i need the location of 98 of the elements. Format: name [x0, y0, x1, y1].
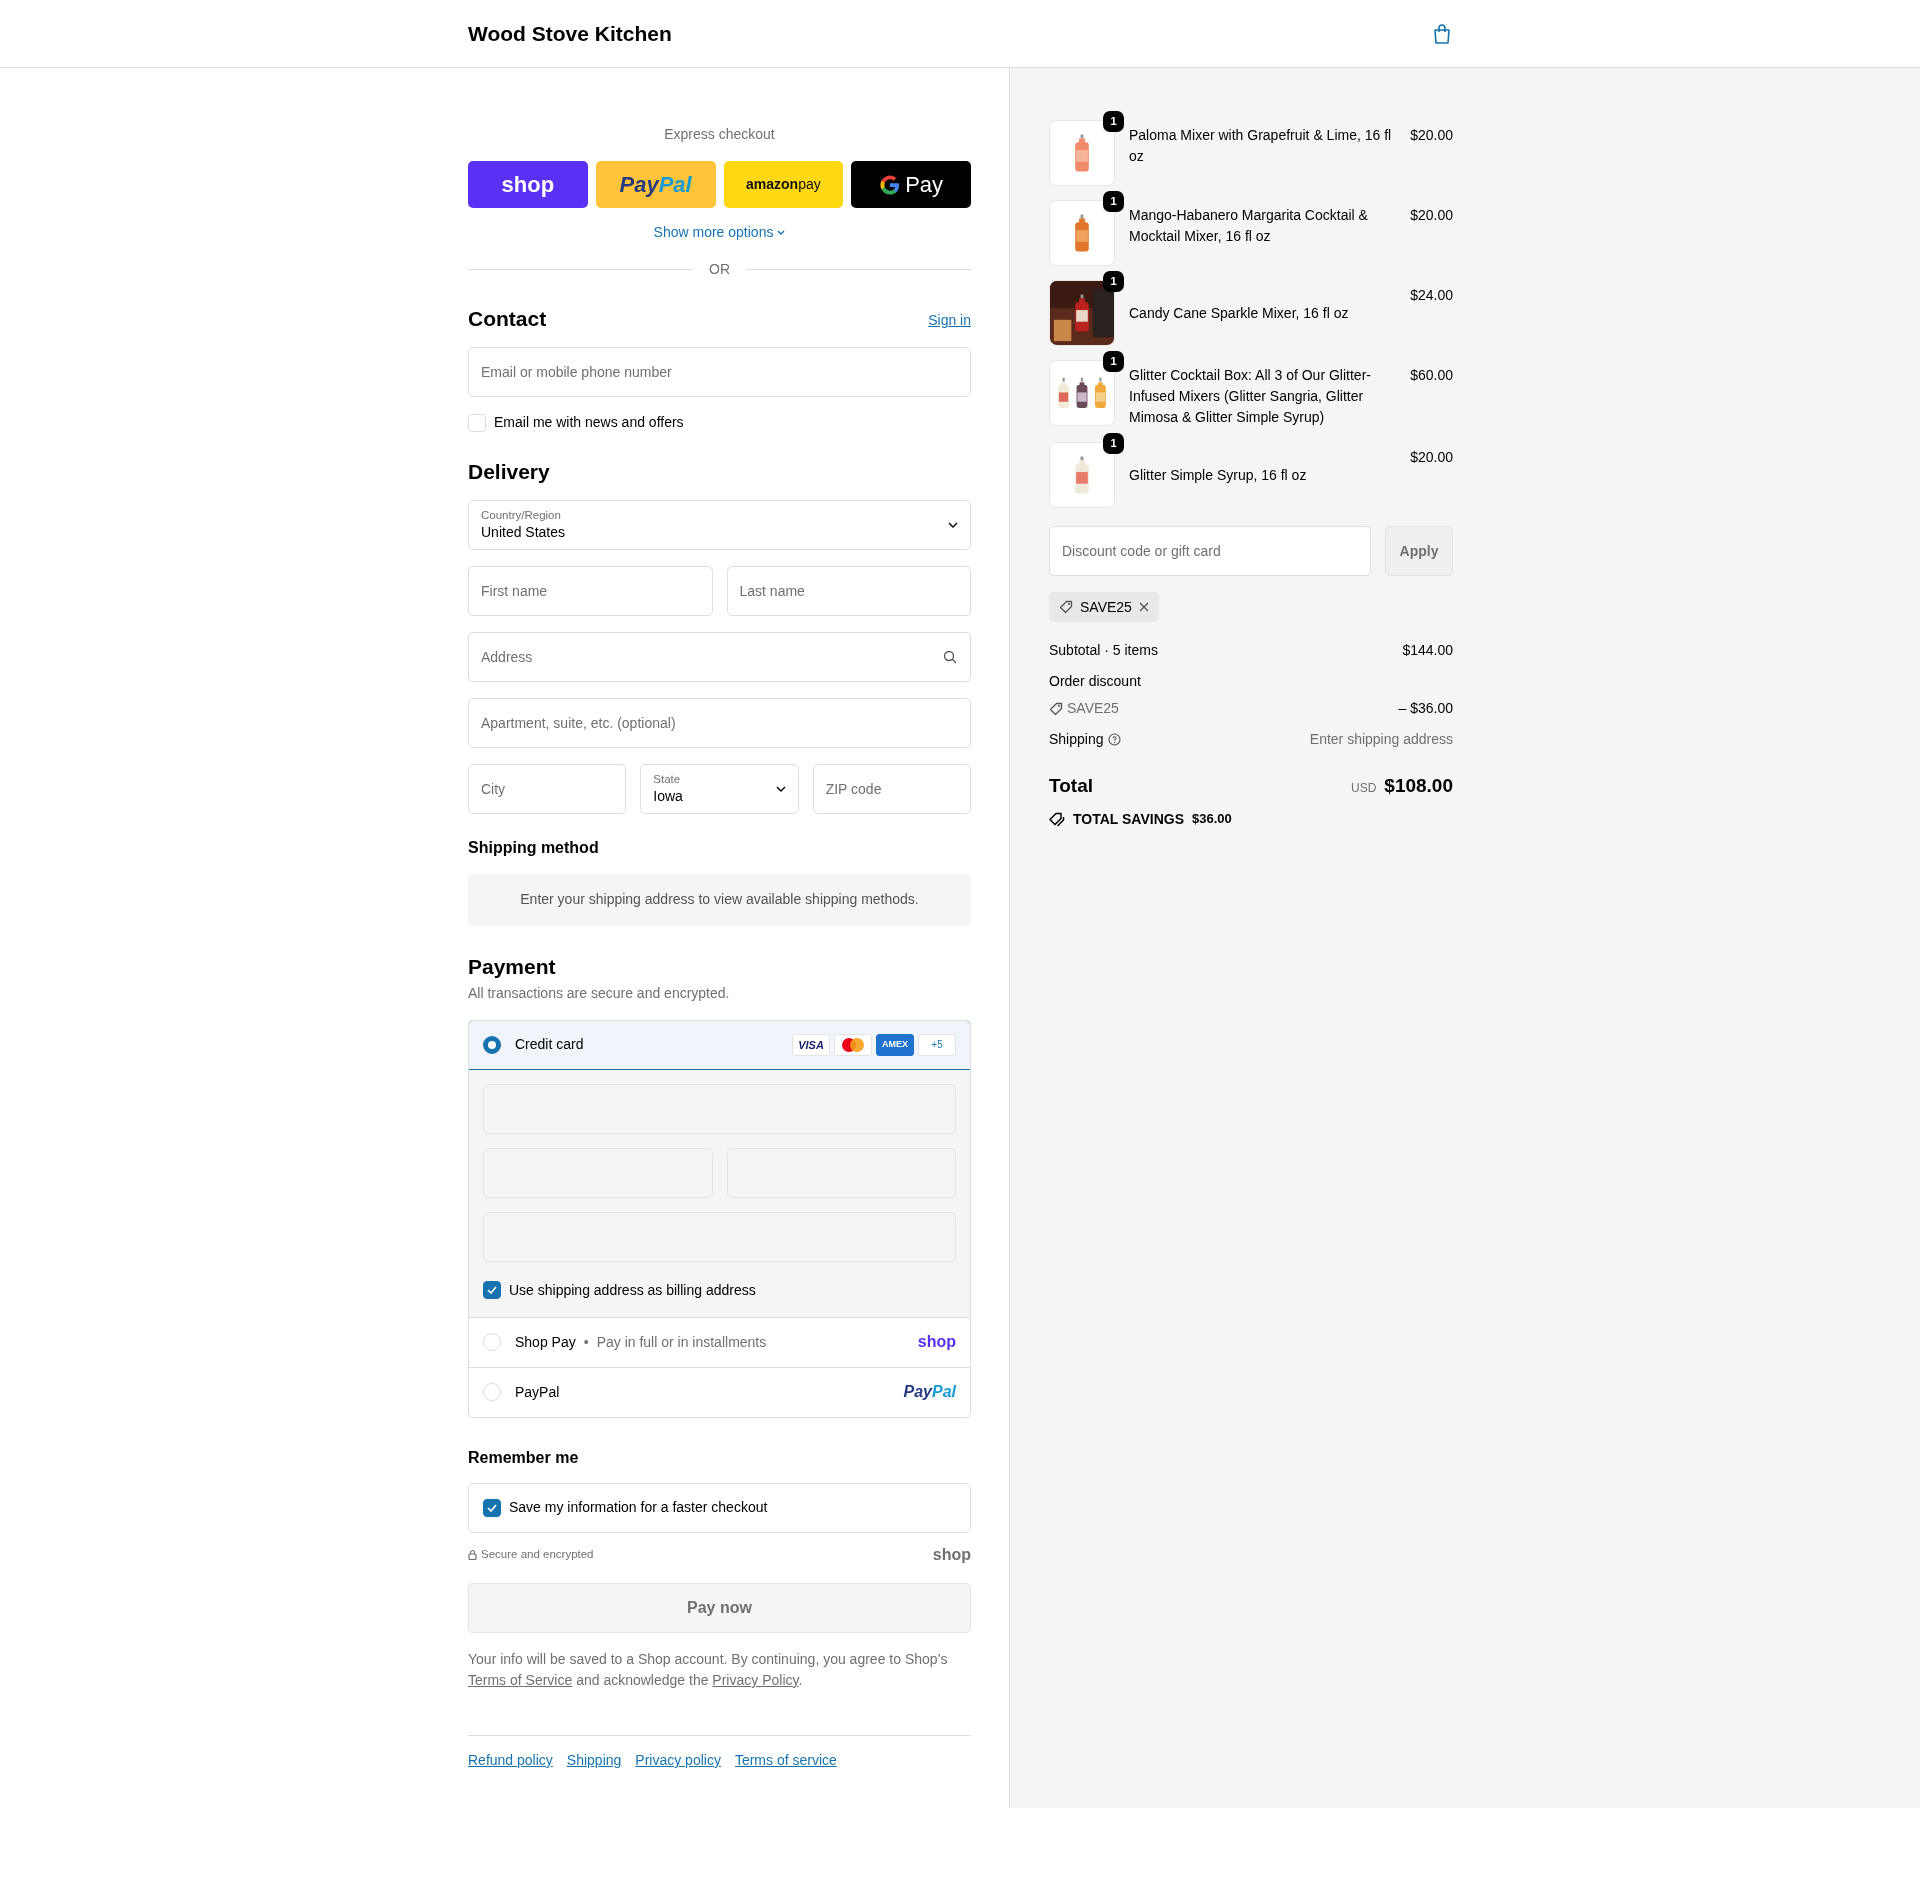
apartment-field[interactable]: Apartment, suite, etc. (optional): [468, 698, 971, 749]
payment-method-label: PayPal: [515, 1382, 560, 1402]
secure-note: Secure and encrypted: [481, 1547, 594, 1563]
field-label: State: [653, 773, 682, 788]
checkbox[interactable]: [483, 1281, 501, 1300]
divider-label: OR: [709, 260, 730, 279]
shopping-bag-icon: [1432, 22, 1452, 45]
section-heading: Delivery: [468, 459, 551, 485]
amazon-pay-button[interactable]: amazonpay: [723, 161, 844, 208]
payment-method-detail: Pay in full or in installments: [596, 1332, 767, 1352]
section-heading: Remember me: [468, 1447, 580, 1467]
field-value: United States: [481, 523, 566, 542]
country-select[interactable]: Country/Region United States: [468, 500, 971, 551]
address-field[interactable]: Address: [468, 632, 971, 683]
summary-value: – $36.00: [1398, 699, 1453, 718]
total-amount: $108.00: [1384, 774, 1453, 798]
paypal-button[interactable]: PayPal: [595, 161, 716, 208]
discount-code: SAVE25: [1067, 699, 1119, 718]
discount-tag: SAVE25: [1049, 592, 1159, 622]
product-price: $24.00: [1410, 286, 1453, 305]
store-name: Wood Stove Kitchen: [468, 20, 672, 47]
product-price: $20.00: [1410, 126, 1453, 145]
first-name-field[interactable]: First name: [468, 566, 713, 617]
zip-code-field[interactable]: ZIP code: [812, 764, 971, 815]
footer-link[interactable]: Shipping: [566, 1749, 622, 1771]
payment-method-label: Credit card: [515, 1035, 584, 1055]
product-name: Glitter Cocktail Box: All 3 of Our Glitter-Infused Mixers (Glitter Sangria, Glitter Mimosa & Glitter Simple Syrup): [1128, 366, 1372, 427]
quantity-badge: 1: [1103, 351, 1124, 372]
quantity-badge: 1: [1103, 433, 1124, 454]
quantity-badge: 1: [1103, 111, 1124, 132]
payment-logo: shop: [917, 1332, 956, 1353]
product-price: $20.00: [1410, 448, 1453, 467]
summary-value: Enter shipping address: [1309, 730, 1453, 749]
product-name: Mango-Habanero Margarita Cocktail & Mocktail Mixer, 16 fl oz: [1128, 206, 1369, 246]
terms-link[interactable]: Terms of Service: [468, 1671, 573, 1688]
close-icon[interactable]: [1138, 602, 1149, 612]
currency-code: USD: [1350, 780, 1377, 797]
checkmark-icon: [487, 1286, 497, 1295]
chevron-down-icon: [948, 522, 958, 529]
footer-link[interactable]: Refund policy: [468, 1749, 553, 1771]
section-heading: Payment: [468, 953, 557, 979]
quantity-badge: 1: [1103, 271, 1124, 292]
product-name: Candy Cane Sparkle Mixer, 16 fl oz: [1128, 303, 1350, 323]
quantity-badge: 1: [1103, 191, 1124, 212]
section-heading: Contact: [468, 306, 547, 332]
search-icon: [943, 650, 957, 665]
apply-button[interactable]: Apply: [1385, 526, 1453, 576]
more-brands-count: +5: [918, 1033, 956, 1056]
summary-label: Shipping: [1049, 730, 1104, 749]
summary-label: Order discount: [1049, 672, 1141, 691]
total-label: Total: [1049, 774, 1093, 798]
product-name: Paloma Mixer with Grapefruit & Lime, 16 fl oz: [1128, 126, 1393, 166]
checkbox-label: Save my information for a faster checkout: [509, 1498, 768, 1518]
tag-icon: [1059, 600, 1073, 614]
field-value: Iowa: [653, 787, 683, 806]
product-price: $60.00: [1410, 366, 1453, 385]
tag-icon: [1049, 701, 1063, 716]
help-icon: [1107, 733, 1121, 746]
state-select[interactable]: State Iowa: [640, 764, 799, 815]
section-subtitle: All transactions are secure and encrypted.: [468, 984, 730, 1001]
payment-method-label: Shop Pay: [515, 1332, 576, 1352]
card-brand-label: AMEX: [876, 1033, 914, 1056]
shop-pay-button[interactable]: shop: [468, 161, 588, 208]
discount-code-field[interactable]: Discount code or gift card: [1049, 526, 1371, 576]
overlapping-circles-icon: [834, 1033, 872, 1056]
shop-logo: shop: [932, 1544, 971, 1565]
chevron-down-icon: [775, 786, 786, 793]
checkbox-label: Email me with news and offers: [494, 413, 684, 433]
summary-value: $144.00: [1402, 641, 1453, 660]
info-box: Enter your shipping address to view available shipping methods.: [468, 873, 971, 926]
section-label: Express checkout: [664, 126, 775, 142]
radio-button[interactable]: [483, 1035, 501, 1054]
tags-icon: [1049, 812, 1065, 826]
product-price: $20.00: [1410, 206, 1453, 225]
checkbox[interactable]: [483, 1498, 501, 1517]
section-heading: Shipping method: [468, 838, 600, 858]
bullet-separator: •: [583, 1332, 589, 1352]
show-more-options-link[interactable]: Show more options: [653, 222, 786, 243]
g-logo-icon: [879, 173, 902, 196]
lock-icon: [468, 1549, 477, 1561]
card-brand-label: VISA: [792, 1033, 830, 1056]
last-name-field[interactable]: Last name: [726, 566, 971, 617]
terms-text: Your info will be saved to a Shop account. By continuing, you agree to Shop’s Terms of Service and acknowledge the Privacy Policy.: [468, 1649, 949, 1690]
sign-in-link[interactable]: Sign in: [928, 310, 971, 332]
checkbox-label: Use shipping address as billing address: [509, 1280, 756, 1300]
payment-logo: PayPal: [903, 1382, 956, 1403]
savings-label: TOTAL SAVINGS: [1073, 809, 1184, 829]
city-field[interactable]: City: [468, 764, 627, 815]
email-field[interactable]: Email or mobile phone number: [468, 347, 971, 398]
savings-amount: $36.00: [1192, 810, 1232, 829]
footer-link[interactable]: Terms of service: [734, 1749, 837, 1771]
google-pay-button[interactable]: Pay: [851, 161, 971, 208]
field-label: Country/Region: [481, 509, 562, 524]
chevron-down-icon: [777, 230, 786, 235]
summary-label: Subtotal · 5 items: [1049, 641, 1158, 660]
product-name: Glitter Simple Syrup, 16 fl oz: [1128, 465, 1308, 485]
checkmark-icon: [487, 1503, 497, 1512]
footer-link[interactable]: Privacy policy: [635, 1749, 721, 1771]
